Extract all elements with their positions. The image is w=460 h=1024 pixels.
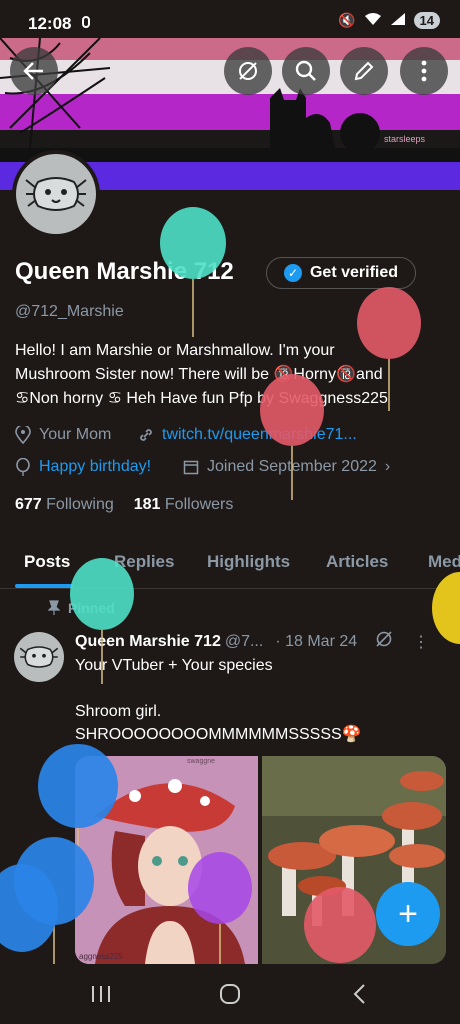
location-pin-icon: [15, 426, 31, 444]
image-tag: swaggne: [187, 758, 216, 765]
following-label: Following: [46, 496, 114, 513]
pin-icon: [48, 600, 60, 615]
status-time: 12:08: [28, 14, 72, 33]
plus-icon: +: [398, 894, 418, 933]
status-icons: 🔇 14: [338, 12, 440, 29]
post-author-handle: @7...: [224, 632, 264, 650]
recent-apps-icon[interactable]: [90, 984, 112, 1004]
edit-button[interactable]: [340, 47, 388, 95]
post-author-avatar[interactable]: [14, 632, 64, 682]
verified-badge-icon: ✓: [283, 264, 302, 282]
balloon-yellow: [432, 572, 460, 644]
balloon-red: [304, 887, 376, 963]
calendar-icon: [183, 460, 199, 475]
location-text: Your Mom: [39, 426, 112, 443]
birthday-text: Happy birthday!: [39, 458, 152, 475]
balloon-red: [357, 287, 421, 411]
follow-stats: 677 Following 181 Followers: [15, 496, 233, 514]
incognito-button[interactable]: [224, 47, 272, 95]
followers-label: Followers: [164, 496, 234, 513]
search-button[interactable]: [282, 47, 330, 95]
profile-location: Your Mom: [15, 426, 111, 444]
get-verified-label: Get verified: [309, 264, 399, 281]
balloon-red: [260, 374, 324, 500]
followers-count: 181: [133, 496, 161, 513]
balloon-teal: [160, 207, 226, 337]
search-icon: [295, 60, 316, 81]
arrow-left-icon: [23, 62, 43, 80]
mute-icon: 🔇: [338, 12, 356, 28]
tab-media[interactable]: Med: [428, 552, 460, 572]
profile-avatar[interactable]: [12, 150, 100, 238]
following-link[interactable]: 677 Following: [15, 496, 114, 514]
eye-slash-icon: [239, 62, 257, 80]
avatar-image: [16, 154, 96, 234]
followers-link[interactable]: 181 Followers: [134, 496, 234, 514]
back-nav-icon[interactable]: [350, 982, 370, 1006]
banner-watermark: starsleeps: [384, 134, 426, 144]
home-icon[interactable]: [218, 982, 242, 1006]
balloon-blue: [0, 864, 58, 952]
post-date: · 18 Mar 24: [275, 632, 358, 650]
profile-handle: @712_Marshie: [15, 303, 124, 320]
wifi-icon: [364, 12, 382, 29]
tab-highlights[interactable]: Highlights: [207, 552, 290, 572]
post-line: Shroom girl.: [75, 703, 162, 720]
pencil-icon: [354, 61, 374, 81]
axolotl-icon: [25, 177, 87, 211]
battery-badge: 14: [413, 12, 440, 29]
axolotl-icon: [19, 646, 59, 668]
chevron-right-icon: ›: [384, 458, 391, 475]
link-icon: [140, 429, 152, 441]
following-count: 677: [15, 496, 42, 513]
compose-post-button[interactable]: +: [376, 882, 440, 946]
system-navigation-bar: [0, 966, 460, 1024]
back-button[interactable]: [10, 47, 58, 95]
post-line: SHROOOOOOOOMMMMMMSSSSS🍄: [75, 726, 362, 743]
grok-icon[interactable]: [375, 630, 393, 653]
balloon-icon: [16, 458, 30, 476]
balloon-teal: [70, 558, 134, 684]
balloon-purple: [188, 852, 252, 964]
signal-icon: [390, 12, 406, 29]
profile-birthday: Happy birthday!: [15, 458, 151, 476]
microphone-icon: [82, 16, 90, 28]
tab-articles[interactable]: Articles: [326, 552, 388, 572]
more-button[interactable]: [400, 47, 448, 95]
more-vertical-icon: [421, 60, 427, 82]
